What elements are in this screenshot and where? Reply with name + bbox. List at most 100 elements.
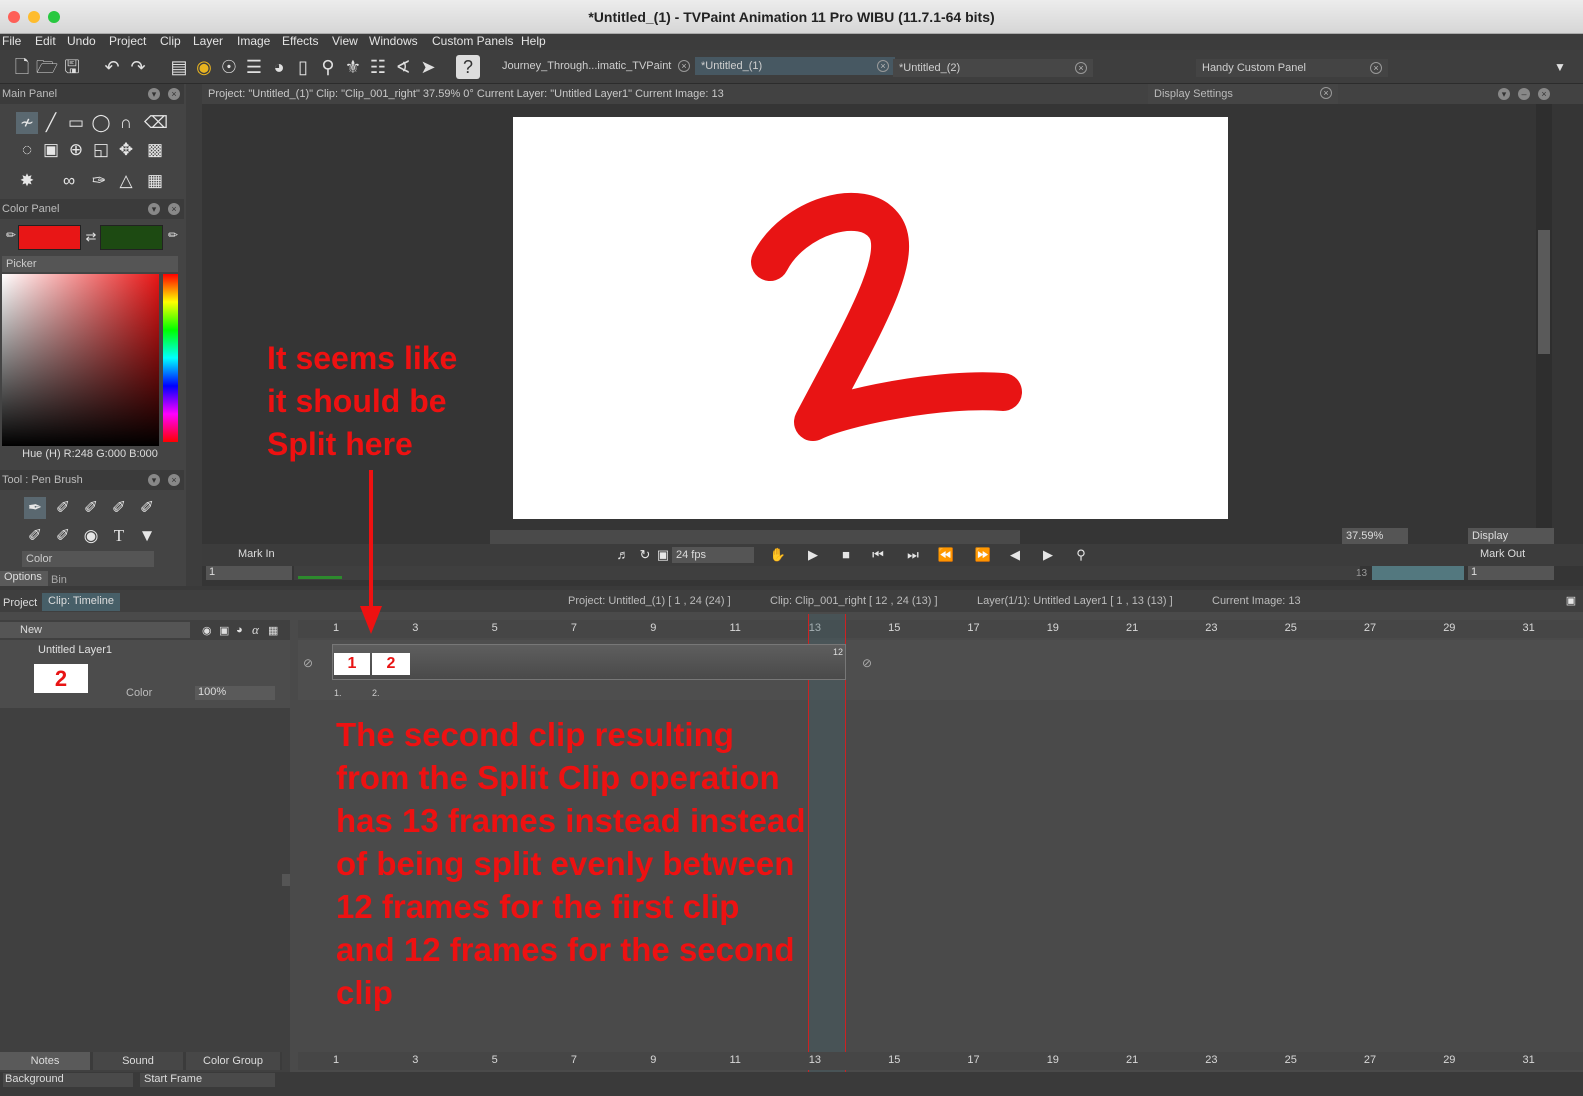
next-image-icon[interactable]: ▶ (1037, 544, 1059, 566)
play-icon[interactable]: ▶ (802, 544, 824, 566)
water-drop-icon[interactable]: ◉ (80, 525, 102, 547)
warp-icon[interactable]: ✸ (16, 170, 38, 192)
lightbulb-icon[interactable]: ◕ (267, 55, 291, 79)
splitter-handle[interactable] (282, 874, 290, 886)
doc-tab-untitled-2[interactable]: *Untitled_(2) × (893, 59, 1093, 77)
secondary-color-swatch[interactable] (100, 225, 163, 250)
empty-exposure-icon[interactable]: ⊘ (862, 656, 872, 670)
menu-file[interactable]: File (2, 34, 21, 48)
library-icon[interactable]: ☷ (366, 55, 390, 79)
timeline-strip-icon[interactable]: ▯ (291, 55, 315, 79)
lightbulb-icon[interactable]: ◕ (236, 624, 243, 636)
open-folder-icon[interactable]: 🗁 (35, 55, 59, 79)
layer-row[interactable]: Untitled Layer1 2 Color 100% (0, 640, 290, 708)
panel-options-icon[interactable]: ▾ (148, 88, 160, 100)
picker-dropdown[interactable]: Picker (2, 256, 178, 272)
mark-in-label[interactable]: Mark In (238, 548, 275, 560)
close-icon[interactable]: × (1370, 62, 1382, 74)
layer-name[interactable]: Untitled Layer1 (38, 644, 112, 656)
fast-forward-icon[interactable]: ⏩ (972, 544, 994, 566)
rewind-icon[interactable]: ⏪ (935, 544, 957, 566)
close-icon[interactable]: × (1320, 87, 1332, 99)
panel-splitter[interactable] (186, 84, 202, 586)
close-icon[interactable]: × (168, 88, 180, 100)
line-tool-icon[interactable]: ╱ (40, 112, 62, 134)
paper-plane-icon[interactable]: ➤ (416, 55, 440, 79)
move-icon[interactable]: ✥ (115, 139, 137, 161)
mark-out-field[interactable]: 1 (1468, 566, 1554, 580)
save-icon[interactable]: 🖫 (60, 55, 84, 79)
pen-icon[interactable]: ✑ (88, 170, 110, 192)
panel-options-icon[interactable]: ▾ (148, 203, 160, 215)
speaker-icon[interactable]: ♬ (612, 544, 634, 566)
search-icon[interactable]: ⚲ (316, 55, 340, 79)
brush-stand-icon[interactable]: ☉ (217, 55, 241, 79)
display-dropdown[interactable]: Display (1468, 528, 1554, 544)
menu-custom-panels[interactable]: Custom Panels (432, 34, 513, 48)
tab-sound[interactable]: Sound (93, 1052, 183, 1070)
text-tool-icon[interactable]: T (108, 525, 130, 547)
panel-options-icon[interactable]: ▾ (1498, 88, 1510, 100)
horizontal-scrollbar-thumb[interactable] (490, 530, 1020, 544)
mark-out-label[interactable]: Mark Out (1480, 548, 1525, 560)
eraser-icon[interactable]: ⌫ (144, 112, 168, 134)
knife-icon[interactable]: ✐ (24, 525, 46, 547)
start-frame-select[interactable]: Start Frame (140, 1073, 275, 1087)
panel-menu-chevron-icon[interactable]: ▼ (1548, 55, 1572, 79)
tab-color-group[interactable]: Color Group (186, 1052, 280, 1070)
mark-in-field[interactable]: 1 (206, 566, 292, 580)
doc-tab-journey[interactable]: Journey_Through...imatic_TVPaint × (496, 57, 696, 75)
drawing-canvas[interactable] (513, 117, 1228, 519)
panel-options-icon[interactable]: ▾ (148, 474, 160, 486)
lock-icon[interactable]: ▣ (1560, 590, 1582, 612)
fps-select[interactable]: 24 fps (672, 547, 754, 563)
fill-icon[interactable]: ▼ (136, 525, 158, 547)
perspective-icon[interactable]: △ (115, 170, 137, 192)
selection-icon[interactable]: ▦ (268, 624, 278, 637)
menu-image[interactable]: Image (237, 34, 270, 48)
pencil-icon[interactable]: ✐ (136, 497, 158, 519)
vertical-scrollbar[interactable] (1536, 104, 1552, 530)
menu-clip[interactable]: Clip (160, 34, 181, 48)
mini-timeline[interactable] (294, 566, 1360, 580)
empty-exposure-icon[interactable]: ⊘ (303, 656, 313, 670)
spiral-icon[interactable]: ∞ (58, 170, 80, 192)
eyedropper-icon[interactable]: ✏ (162, 224, 184, 246)
menu-view[interactable]: View (332, 34, 358, 48)
menu-layer[interactable]: Layer (193, 34, 223, 48)
smudge-icon[interactable]: ✐ (52, 525, 74, 547)
close-icon[interactable]: × (1538, 88, 1550, 100)
close-icon[interactable]: × (168, 474, 180, 486)
selection-s-icon[interactable]: ▣ (40, 139, 62, 161)
tab-project[interactable]: Project (3, 597, 37, 609)
tab-clip-timeline[interactable]: Clip: Timeline (42, 593, 121, 611)
close-icon[interactable]: × (877, 60, 889, 72)
tab-notes[interactable]: Notes (0, 1052, 90, 1070)
previous-image-icon[interactable]: ◀ (1004, 544, 1026, 566)
close-icon[interactable]: × (678, 60, 690, 72)
lasso-select-icon[interactable]: ◌ (16, 139, 38, 161)
clip-instance-2[interactable]: 2 (372, 653, 410, 675)
menu-undo[interactable]: Undo (67, 34, 96, 48)
redo-icon[interactable]: ↷ (126, 55, 150, 79)
background-select[interactable]: Background (3, 1073, 133, 1087)
graph-icon[interactable]: ∢ (391, 55, 415, 79)
primary-color-swatch[interactable] (18, 225, 81, 250)
menu-project[interactable]: Project (109, 34, 146, 48)
tab-options[interactable]: Options (0, 571, 48, 586)
help-icon[interactable]: ? (456, 55, 480, 79)
marker-icon[interactable]: ✐ (108, 497, 130, 519)
layer-opacity[interactable]: 100% (195, 686, 275, 700)
pen-brush-icon[interactable]: ✒ (24, 497, 46, 519)
clip-instance-1[interactable]: 1 (334, 653, 370, 675)
menu-edit[interactable]: Edit (35, 34, 56, 48)
menu-windows[interactable]: Windows (369, 34, 418, 48)
saturation-value-picker[interactable] (2, 274, 159, 446)
color-wheel-icon[interactable]: ◉ (192, 55, 216, 79)
layers-icon[interactable]: ☰ (242, 55, 266, 79)
close-icon[interactable]: × (168, 203, 180, 215)
new-document-icon[interactable]: 🗋 (10, 55, 34, 79)
lock-icon[interactable]: ▣ (219, 624, 229, 637)
last-frame-icon[interactable]: ⏭ (902, 544, 924, 566)
handy-custom-panel-tab[interactable]: Handy Custom Panel × (1196, 59, 1388, 77)
